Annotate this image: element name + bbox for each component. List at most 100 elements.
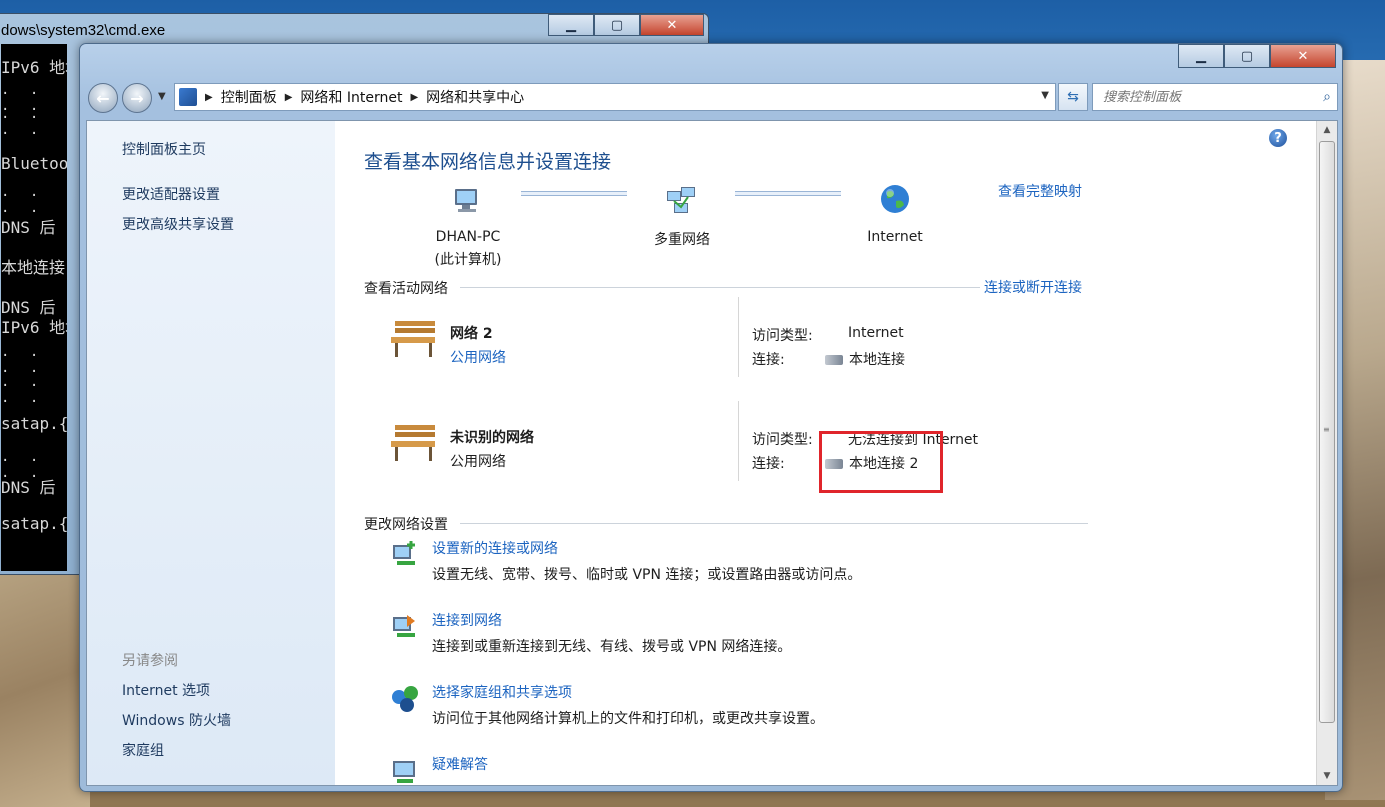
- connect-disconnect-link[interactable]: 连接或断开连接: [984, 277, 1082, 297]
- cmd-console[interactable]: IPv6 地址 . . . . . . . . Bluetoo . . . . …: [1, 44, 67, 571]
- node-pc-name: DHAN-PC: [435, 229, 501, 245]
- refresh-icon: ⇆: [1067, 89, 1079, 105]
- console-line: satap.{8: [1, 514, 67, 533]
- column-divider: [738, 401, 739, 481]
- scroll-up-button[interactable]: ▲: [1317, 121, 1337, 139]
- access-type-value: Internet: [848, 325, 904, 341]
- cmd-window-controls: ▁ ▢ ✕: [548, 14, 704, 36]
- network-cable-icon: [825, 355, 843, 365]
- sidebar-link-internet-options[interactable]: Internet 选项: [122, 680, 210, 700]
- sidebar-link-adapter-settings[interactable]: 更改适配器设置: [122, 184, 220, 204]
- task-homegroup-desc: 访问位于其他网络计算机上的文件和打印机，或更改共享设置。: [432, 711, 824, 727]
- console-dots: . . . .: [1, 374, 45, 406]
- search-icon[interactable]: ⌕: [1323, 89, 1331, 105]
- sidebar-link-advanced-sharing[interactable]: 更改高级共享设置: [122, 214, 234, 234]
- sidebar: 控制面板主页 更改适配器设置 更改高级共享设置 另请参阅 Internet 选项…: [87, 121, 335, 785]
- minimize-icon: ▁: [566, 17, 576, 33]
- console-dots: . . . .: [1, 106, 45, 138]
- address-bar[interactable]: ▶ 控制面板 ▶ 网络和 Internet ▶ 网络和共享中心 ▼: [174, 83, 1056, 111]
- network-name: 网络 2: [450, 326, 493, 342]
- cmd-window-title: dows\system32\cmd.exe: [1, 22, 166, 39]
- globe-icon: [881, 185, 909, 213]
- navigation-bar: ← → ▼ ▶ 控制面板 ▶ 网络和 Internet ▶ 网络和共享中心 ▼ …: [88, 80, 1338, 114]
- forward-button[interactable]: →: [122, 83, 152, 113]
- change-settings-heading: 更改网络设置: [364, 517, 448, 533]
- node-internet: Internet: [867, 229, 923, 245]
- refresh-button[interactable]: ⇆: [1058, 83, 1088, 111]
- breadcrumb-item[interactable]: 控制面板: [221, 87, 277, 107]
- back-button[interactable]: ←: [88, 83, 118, 113]
- connect-network-icon: [393, 615, 415, 637]
- search-input[interactable]: [1101, 88, 1305, 106]
- history-dropdown[interactable]: ▼: [158, 91, 166, 102]
- close-icon: ✕: [1297, 48, 1309, 64]
- console-line: DNS 后: [1, 478, 56, 497]
- multi-network-icon: [667, 187, 695, 213]
- maximize-icon: ▢: [1240, 48, 1254, 64]
- close-button[interactable]: ✕: [1270, 44, 1336, 68]
- task-connect-network-desc: 连接到或重新连接到无线、有线、拨号或 VPN 网络连接。: [432, 639, 792, 655]
- sidebar-link-home[interactable]: 控制面板主页: [122, 139, 206, 159]
- column-divider: [738, 297, 739, 377]
- console-line: DNS 后: [1, 218, 56, 237]
- network-center-window[interactable]: ▁ ▢ ✕ ← → ▼ ▶ 控制面板 ▶ 网络和 Internet ▶ 网络和共…: [79, 43, 1343, 792]
- grip-icon: ≡: [1323, 425, 1330, 434]
- search-box[interactable]: ⌕: [1092, 83, 1338, 111]
- scroll-down-button[interactable]: ▼: [1317, 767, 1337, 785]
- arrow-right-icon: →: [130, 88, 144, 108]
- window-controls: ▁ ▢ ✕: [1178, 44, 1336, 68]
- main-panel: ? 查看基本网络信息并设置连接 DHAN-PC (此计算机) 多重网络 Inte…: [335, 121, 1315, 785]
- scrollbar-thumb[interactable]: ≡: [1319, 141, 1335, 723]
- chevron-right-icon[interactable]: ▶: [285, 92, 293, 103]
- content-area: 控制面板主页 更改适配器设置 更改高级共享设置 另请参阅 Internet 选项…: [86, 120, 1338, 786]
- connection-label: 连接:: [752, 352, 785, 368]
- sidebar-link-firewall[interactable]: Windows 防火墙: [122, 710, 231, 730]
- task-homegroup-link[interactable]: 选择家庭组和共享选项: [432, 682, 572, 702]
- breadcrumb-item[interactable]: 网络和共享中心: [426, 87, 524, 107]
- homegroup-icon: [392, 686, 418, 712]
- task-setup-connection-desc: 设置无线、宽带、拨号、临时或 VPN 连接；或设置路由器或访问点。: [432, 567, 862, 583]
- access-type-label: 访问类型:: [752, 328, 813, 344]
- address-dropdown[interactable]: ▼: [1041, 90, 1049, 101]
- view-full-map-link[interactable]: 查看完整映射: [998, 181, 1082, 201]
- task-connect-network-link[interactable]: 连接到网络: [432, 610, 502, 630]
- computer-icon: [455, 189, 477, 212]
- access-type-label: 访问类型:: [752, 432, 813, 448]
- minimize-button[interactable]: ▁: [1178, 44, 1224, 68]
- connection-line: [735, 191, 841, 196]
- control-panel-icon: [179, 88, 197, 106]
- new-connection-icon: [393, 541, 415, 565]
- maximize-button[interactable]: ▢: [1224, 44, 1270, 68]
- section-rule: [460, 523, 1088, 524]
- sidebar-link-homegroup[interactable]: 家庭组: [122, 740, 164, 760]
- active-networks-heading: 查看活动网络: [364, 281, 448, 297]
- chevron-right-icon: ▶: [205, 91, 213, 103]
- arrow-left-icon: ←: [96, 88, 110, 108]
- breadcrumb: ▶ 控制面板 ▶ 网络和 Internet ▶ 网络和共享中心: [197, 87, 524, 107]
- console-line: Bluetoo: [1, 154, 67, 173]
- sidebar-see-also: 另请参阅: [122, 653, 178, 669]
- console-line: IPv6 地址: [1, 318, 67, 337]
- bench-icon: [391, 321, 435, 357]
- connection-link-text: 本地连接: [849, 352, 905, 368]
- troubleshoot-icon: [393, 761, 415, 783]
- task-setup-connection-link[interactable]: 设置新的连接或网络: [432, 538, 558, 558]
- close-icon: ✕: [666, 17, 678, 33]
- desktop-background-dune: [0, 560, 90, 807]
- vertical-scrollbar[interactable]: ▲ ≡ ▼: [1316, 121, 1337, 785]
- connection-line: [521, 191, 627, 196]
- network-type-link[interactable]: 公用网络: [450, 347, 506, 367]
- close-button[interactable]: ✕: [640, 14, 704, 36]
- node-pc-sub: (此计算机): [434, 252, 502, 268]
- page-title: 查看基本网络信息并设置连接: [364, 151, 612, 173]
- red-highlight-box: [819, 431, 943, 493]
- minimize-button[interactable]: ▁: [548, 14, 594, 36]
- chevron-right-icon[interactable]: ▶: [410, 92, 418, 103]
- network-name: 未识别的网络: [450, 430, 534, 446]
- task-troubleshoot-link[interactable]: 疑难解答: [432, 754, 488, 774]
- maximize-button[interactable]: ▢: [594, 14, 640, 36]
- connection-link-local[interactable]: 本地连接: [825, 349, 905, 369]
- breadcrumb-item[interactable]: 网络和 Internet: [300, 87, 402, 107]
- help-icon[interactable]: ?: [1269, 129, 1287, 147]
- maximize-icon: ▢: [610, 17, 624, 33]
